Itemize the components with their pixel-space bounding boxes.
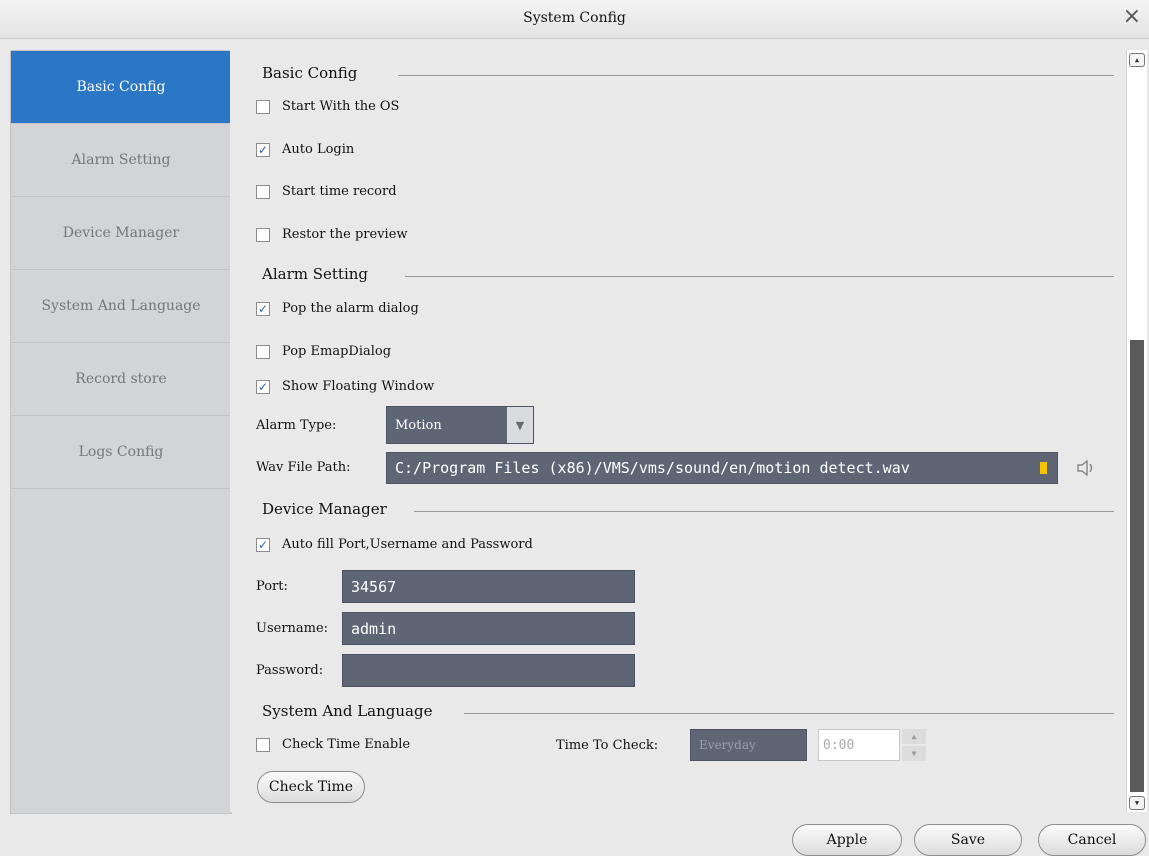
section-basic-config: Basic Config: [262, 64, 1114, 82]
vertical-scrollbar[interactable]: ▲ ▼: [1126, 50, 1147, 812]
section-heading: Alarm Setting: [262, 265, 369, 283]
sidebar: Basic Config Alarm Setting Device Manage…: [10, 50, 232, 814]
checkbox-label: Start time record: [282, 184, 397, 199]
port-input[interactable]: 34567: [342, 570, 635, 603]
checkbox-label: Restor the preview: [282, 227, 408, 242]
auto-fill-checkbox[interactable]: ✓: [256, 537, 270, 552]
start-with-os-row[interactable]: Start With the OS: [256, 99, 399, 114]
sidebar-item-device-manager[interactable]: Device Manager: [11, 197, 231, 270]
alarm-type-value: Motion: [395, 417, 442, 433]
scroll-thumb[interactable]: [1130, 340, 1144, 792]
sidebar-item-record-store[interactable]: Record store: [11, 343, 231, 416]
username-label: Username:: [256, 621, 329, 636]
section-divider: [398, 75, 1114, 76]
wav-path-label: Wav File Path:: [256, 460, 351, 475]
section-heading: Basic Config: [262, 64, 358, 82]
wav-path-input[interactable]: C:/Program Files (x86)/VMS/vms/sound/en/…: [386, 452, 1058, 484]
password-label: Password:: [256, 663, 324, 678]
pop-emap-dialog-checkbox[interactable]: [256, 344, 270, 359]
title-bar: System Config ×: [0, 0, 1149, 39]
auto-login-row[interactable]: ✓ Auto Login: [256, 142, 354, 157]
section-heading: System And Language: [262, 702, 433, 720]
settings-panel: Basic Config Start With the OS ✓ Auto Lo…: [230, 50, 1126, 812]
sidebar-item-logs-config[interactable]: Logs Config: [11, 416, 231, 489]
pop-alarm-dialog-row[interactable]: ✓ Pop the alarm dialog: [256, 301, 419, 316]
restore-preview-checkbox[interactable]: [256, 227, 270, 242]
show-floating-window-checkbox[interactable]: ✓: [256, 379, 270, 394]
username-input[interactable]: admin: [342, 612, 635, 645]
time-stepper[interactable]: ▲ ▼: [902, 729, 926, 761]
sidebar-item-alarm-setting[interactable]: Alarm Setting: [11, 124, 231, 197]
show-floating-window-row[interactable]: ✓ Show Floating Window: [256, 379, 434, 394]
apply-button[interactable]: Apple: [792, 824, 902, 856]
check-time-enable-row[interactable]: Check Time Enable: [256, 737, 410, 752]
port-label: Port:: [256, 579, 288, 594]
pop-emap-dialog-row[interactable]: Pop EmapDialog: [256, 344, 391, 359]
section-divider: [405, 276, 1114, 277]
checkbox-label: Auto Login: [282, 142, 355, 157]
auto-fill-row[interactable]: ✓ Auto fill Port,Username and Password: [256, 537, 533, 552]
time-to-check-select[interactable]: Everyday: [690, 729, 807, 761]
scroll-up-icon[interactable]: ▲: [1129, 53, 1145, 67]
close-icon[interactable]: ×: [1123, 4, 1141, 29]
password-input[interactable]: [342, 654, 635, 687]
pop-alarm-dialog-checkbox[interactable]: ✓: [256, 301, 270, 316]
chevron-down-icon[interactable]: ▼: [507, 407, 533, 443]
check-time-button[interactable]: Check Time: [257, 771, 365, 803]
wav-path-value: C:/Program Files (x86)/VMS/vms/sound/en/…: [395, 459, 910, 477]
checkbox-label: Pop EmapDialog: [282, 344, 392, 359]
section-divider: [464, 713, 1114, 714]
stepper-down-icon[interactable]: ▼: [902, 746, 926, 761]
alarm-type-select[interactable]: Motion ▼: [386, 406, 534, 444]
section-alarm-setting: Alarm Setting: [262, 265, 1114, 283]
sidebar-item-system-language[interactable]: System And Language: [11, 270, 231, 343]
checkbox-label: Start With the OS: [282, 99, 400, 114]
start-with-os-checkbox[interactable]: [256, 99, 270, 114]
save-button[interactable]: Save: [914, 824, 1022, 856]
section-system-language: System And Language: [262, 702, 1114, 720]
section-device-manager: Device Manager: [262, 500, 1114, 518]
time-input[interactable]: 0:00: [818, 729, 900, 761]
section-heading: Device Manager: [262, 500, 387, 518]
alarm-type-label: Alarm Type:: [256, 418, 337, 433]
check-time-enable-checkbox[interactable]: [256, 737, 270, 752]
stepper-up-icon[interactable]: ▲: [902, 729, 926, 744]
section-divider: [414, 511, 1114, 512]
time-to-check-label: Time To Check:: [556, 738, 659, 753]
checkbox-label: Show Floating Window: [282, 379, 435, 394]
start-time-record-checkbox[interactable]: [256, 184, 270, 199]
checkbox-label: Pop the alarm dialog: [282, 301, 419, 316]
checkbox-label: Auto fill Port,Username and Password: [282, 537, 533, 552]
restore-preview-row[interactable]: Restor the preview: [256, 227, 408, 242]
cancel-button[interactable]: Cancel: [1038, 824, 1146, 856]
speaker-icon[interactable]: [1076, 458, 1098, 478]
folder-icon[interactable]: [1040, 462, 1047, 474]
checkbox-label: Check Time Enable: [282, 737, 411, 752]
sidebar-item-basic-config[interactable]: Basic Config: [11, 51, 231, 124]
window-title: System Config: [523, 10, 626, 26]
scroll-down-icon[interactable]: ▼: [1129, 796, 1145, 810]
auto-login-checkbox[interactable]: ✓: [256, 142, 270, 157]
start-time-record-row[interactable]: Start time record: [256, 184, 397, 199]
